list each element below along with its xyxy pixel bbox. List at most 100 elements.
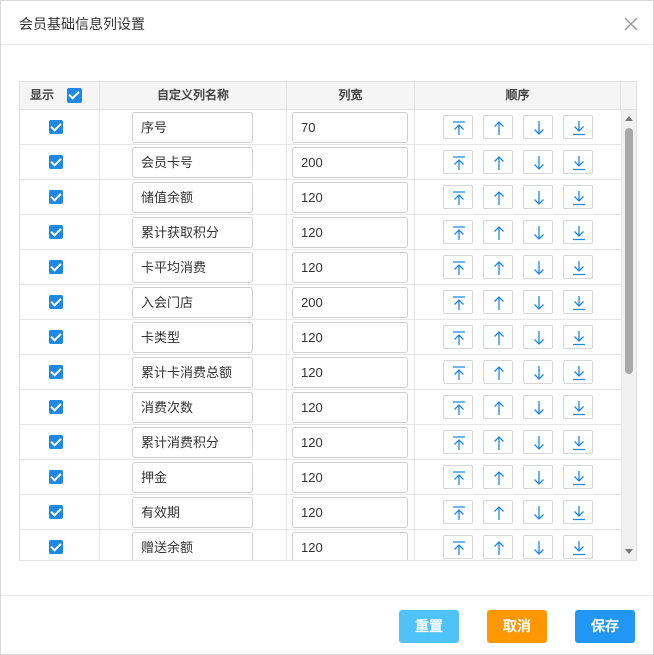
show-checkbox[interactable] (49, 225, 63, 239)
move-up-button[interactable] (483, 115, 513, 139)
show-checkbox[interactable] (49, 400, 63, 414)
move-down-button[interactable] (523, 360, 553, 384)
column-name-input[interactable]: 入会门店 (132, 287, 253, 318)
column-width-input[interactable]: 120 (292, 427, 408, 458)
scrollbar-thumb[interactable] (625, 128, 633, 374)
move-top-button[interactable] (443, 360, 473, 384)
column-name-input[interactable]: 赠送余额 (132, 532, 253, 560)
move-up-button[interactable] (483, 220, 513, 244)
move-up-button[interactable] (483, 395, 513, 419)
scroll-up-icon[interactable] (625, 116, 633, 121)
column-width-input[interactable]: 120 (292, 357, 408, 388)
move-top-button[interactable] (443, 395, 473, 419)
column-name-input[interactable]: 累计消费积分 (132, 427, 253, 458)
column-name-input[interactable]: 会员卡号 (132, 147, 253, 178)
show-checkbox[interactable] (49, 365, 63, 379)
move-bottom-button[interactable] (563, 465, 593, 489)
column-width-input[interactable]: 200 (292, 147, 408, 178)
cancel-button[interactable]: 取消 (487, 610, 547, 643)
move-down-button[interactable] (523, 150, 553, 174)
column-name-input[interactable]: 序号 (132, 112, 253, 143)
move-up-button[interactable] (483, 500, 513, 524)
vertical-scrollbar[interactable] (621, 110, 636, 560)
move-bottom-button[interactable] (563, 290, 593, 314)
show-checkbox[interactable] (49, 540, 63, 554)
show-checkbox[interactable] (49, 120, 63, 134)
scroll-down-icon[interactable] (625, 549, 633, 554)
move-bottom-button[interactable] (563, 115, 593, 139)
move-down-button[interactable] (523, 465, 553, 489)
move-down-button[interactable] (523, 535, 553, 559)
column-width-input[interactable]: 120 (292, 182, 408, 213)
move-down-button[interactable] (523, 325, 553, 349)
column-name-input[interactable]: 押金 (132, 462, 253, 493)
column-width-input[interactable]: 70 (292, 112, 408, 143)
move-down-button[interactable] (523, 500, 553, 524)
column-width-input[interactable]: 120 (292, 532, 408, 560)
move-top-button[interactable] (443, 465, 473, 489)
move-up-button[interactable] (483, 360, 513, 384)
move-up-button[interactable] (483, 150, 513, 174)
move-top-button[interactable] (443, 535, 473, 559)
move-bottom-button[interactable] (563, 535, 593, 559)
show-checkbox[interactable] (49, 155, 63, 169)
move-bottom-button[interactable] (563, 325, 593, 349)
move-up-button[interactable] (483, 465, 513, 489)
column-width-input[interactable]: 120 (292, 392, 408, 423)
move-down-button[interactable] (523, 430, 553, 454)
move-top-button[interactable] (443, 115, 473, 139)
column-name-input[interactable]: 卡平均消费 (132, 252, 253, 283)
show-checkbox[interactable] (49, 470, 63, 484)
column-name-input[interactable]: 累计获取积分 (132, 217, 253, 248)
column-width-input[interactable]: 120 (292, 322, 408, 353)
move-bottom-button[interactable] (563, 185, 593, 209)
move-down-button[interactable] (523, 395, 553, 419)
move-top-button[interactable] (443, 255, 473, 279)
column-name-input[interactable]: 有效期 (132, 497, 253, 528)
column-name-input[interactable]: 消费次数 (132, 392, 253, 423)
move-up-button[interactable] (483, 325, 513, 349)
show-checkbox[interactable] (49, 505, 63, 519)
move-up-button[interactable] (483, 255, 513, 279)
move-top-button[interactable] (443, 500, 473, 524)
show-checkbox[interactable] (49, 260, 63, 274)
move-top-button[interactable] (443, 430, 473, 454)
move-down-button[interactable] (523, 115, 553, 139)
select-all-checkbox[interactable] (67, 88, 82, 103)
move-up-button[interactable] (483, 535, 513, 559)
move-bottom-button[interactable] (563, 360, 593, 384)
column-name-input[interactable]: 卡类型 (132, 322, 253, 353)
move-down-button[interactable] (523, 290, 553, 314)
move-down-button[interactable] (523, 185, 553, 209)
column-width-input[interactable]: 120 (292, 462, 408, 493)
column-width-input[interactable]: 120 (292, 497, 408, 528)
show-checkbox[interactable] (49, 295, 63, 309)
column-width-input[interactable]: 120 (292, 217, 408, 248)
show-checkbox[interactable] (49, 330, 63, 344)
move-up-button[interactable] (483, 430, 513, 454)
move-top-button[interactable] (443, 220, 473, 244)
move-bottom-button[interactable] (563, 255, 593, 279)
move-bottom-button[interactable] (563, 150, 593, 174)
save-button[interactable]: 保存 (575, 610, 635, 643)
move-top-button[interactable] (443, 185, 473, 209)
move-bottom-button[interactable] (563, 220, 593, 244)
move-up-button[interactable] (483, 290, 513, 314)
move-up-button[interactable] (483, 185, 513, 209)
close-icon[interactable] (623, 16, 639, 32)
move-top-button[interactable] (443, 325, 473, 349)
column-name-input[interactable]: 储值余额 (132, 182, 253, 213)
show-checkbox[interactable] (49, 190, 63, 204)
column-width-input[interactable]: 200 (292, 287, 408, 318)
move-top-button[interactable] (443, 150, 473, 174)
move-down-button[interactable] (523, 220, 553, 244)
move-bottom-button[interactable] (563, 395, 593, 419)
show-checkbox[interactable] (49, 435, 63, 449)
reset-button[interactable]: 重置 (399, 610, 459, 643)
move-down-button[interactable] (523, 255, 553, 279)
column-name-input[interactable]: 累计卡消费总额 (132, 357, 253, 388)
move-bottom-button[interactable] (563, 430, 593, 454)
column-width-input[interactable]: 120 (292, 252, 408, 283)
move-bottom-button[interactable] (563, 500, 593, 524)
move-top-button[interactable] (443, 290, 473, 314)
